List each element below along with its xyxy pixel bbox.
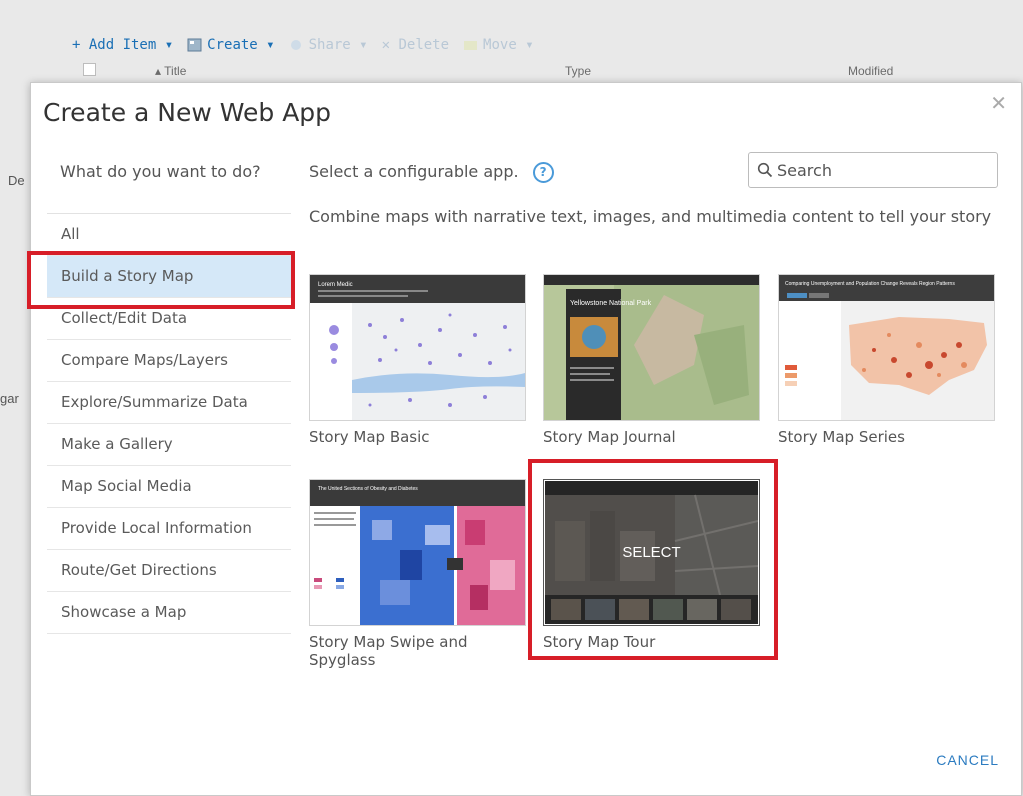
cancel-button[interactable]: CANCEL [936,752,999,768]
background-fragment: De [8,173,25,188]
dialog-title: Create a New Web App [43,98,332,127]
app-card-story-map-series[interactable]: Comparing Unemployment and Population Ch… [778,274,995,446]
app-label: Story Map Swipe and Spyglass [309,633,468,669]
add-item-button[interactable]: + Add Item ▾ [72,37,173,53]
share-button[interactable]: Share ▾ [289,37,368,53]
search-placeholder: Search [777,160,832,180]
app-label: Story Map Basic [309,428,430,446]
thumb-title: Lorem Medic [318,282,353,288]
category-map-social-media[interactable]: Map Social Media [47,466,291,508]
help-icon[interactable]: ? [532,162,554,183]
highlight-box [528,459,778,660]
app-thumbnail: Yellowstone National Park [543,274,760,421]
category-question: What do you want to do? [60,162,261,181]
select-app-text: Select a configurable app. [309,162,519,181]
category-explore-summarize-data[interactable]: Explore/Summarize Data [47,382,291,424]
create-icon [187,38,202,52]
thumb-title: Yellowstone National Park [570,300,652,307]
app-card-story-map-swipe-and-spyglass[interactable]: The United Sections of Obesity and Diabe… [309,479,526,669]
background-toolbar: + Add Item ▾ Create ▾ Share ▾ ✕ Delete M… [72,34,534,56]
category-all[interactable]: All [47,214,291,256]
category-make-gallery[interactable]: Make a Gallery [47,424,291,466]
type-column-header[interactable]: Type [565,64,591,78]
thumb-title: Comparing Unemployment and Population Ch… [785,281,955,287]
modified-column-header[interactable]: Modified [848,64,893,78]
category-showcase-map[interactable]: Showcase a Map [47,592,291,634]
thumb-title: The United Sections of Obesity and Diabe… [318,486,418,492]
app-card-story-map-basic[interactable]: Lorem Medic Story Map Basic [309,274,526,446]
app-thumbnail: Lorem Medic [309,274,526,421]
create-web-app-dialog: Create a New Web App ✕ What do you want … [30,82,1022,796]
app-label: Story Map Series [778,428,905,446]
background-table-header: ▴ Title Type Modified [0,60,1023,82]
move-button[interactable]: Move ▾ [463,37,534,53]
app-thumbnail: Comparing Unemployment and Population Ch… [778,274,995,421]
close-icon[interactable]: ✕ [990,91,1007,116]
app-card-story-map-journal[interactable]: Yellowstone National Park Story Map Jour… [543,274,760,446]
category-compare-maps-layers[interactable]: Compare Maps/Layers [47,340,291,382]
app-label: Story Map Journal [543,428,676,446]
delete-button[interactable]: ✕ Delete [382,37,449,53]
select-app-label: Select a configurable app.? [309,162,554,183]
category-description: Combine maps with narrative text, images… [309,207,992,226]
move-icon [464,41,478,50]
highlight-box [27,251,295,309]
select-all-checkbox[interactable] [83,63,96,76]
title-column-header[interactable]: ▴ Title [155,64,186,78]
search-icon [757,162,773,178]
create-button[interactable]: Create ▾ [187,37,275,53]
search-input[interactable]: Search [748,152,998,188]
category-provide-local-information[interactable]: Provide Local Information [47,508,291,550]
share-icon [290,40,301,50]
background-fragment: gar [0,391,19,406]
app-thumbnail: The United Sections of Obesity and Diabe… [309,479,526,626]
category-route-get-directions[interactable]: Route/Get Directions [47,550,291,592]
